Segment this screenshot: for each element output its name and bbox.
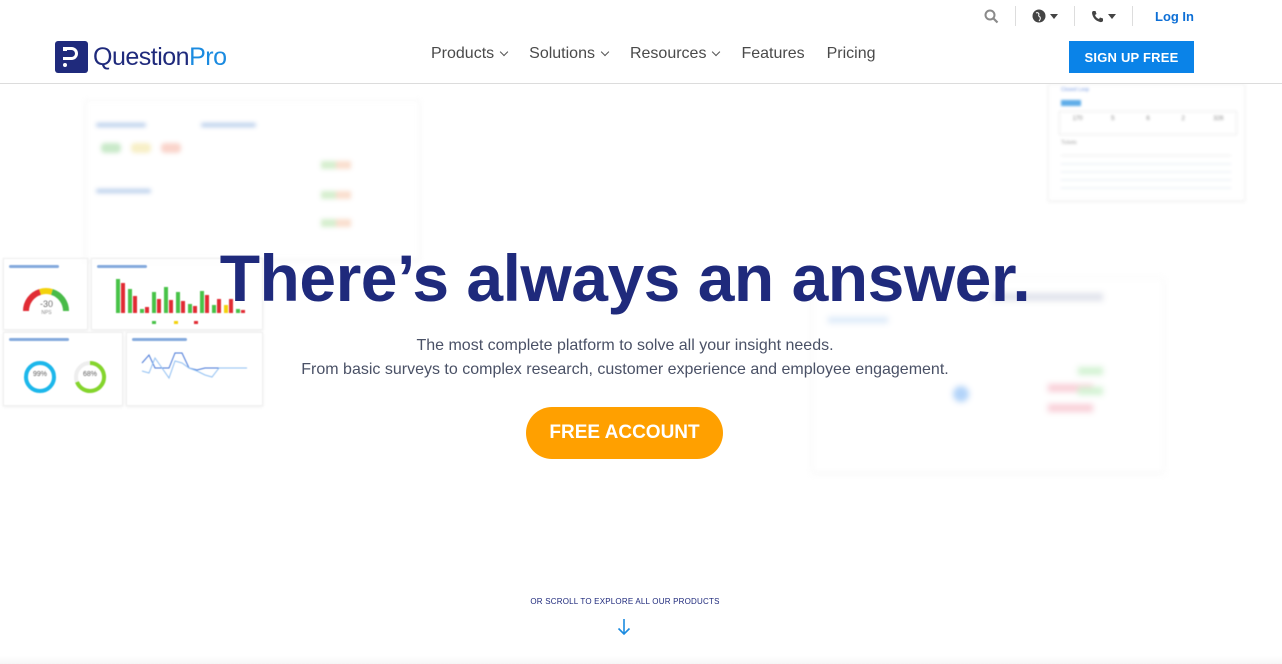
search-button[interactable] <box>968 5 1015 27</box>
closed-loop-title: Closed Loop <box>1061 87 1090 93</box>
main-nav: Products Solutions Resources Features Pr… <box>431 45 898 63</box>
nav-pricing[interactable]: Pricing <box>827 45 876 63</box>
brand-name-part2: Pro <box>189 42 227 71</box>
stat-value: 6 <box>1146 116 1150 122</box>
page: -30 NPS 99% 68% Closed Loop 170 5 6 2 32… <box>0 0 1282 664</box>
stat-value: 2 <box>1181 116 1185 122</box>
sign-up-free-button[interactable]: SIGN UP FREE <box>1069 41 1194 73</box>
globe-icon <box>1032 9 1046 23</box>
stat-value: 5 <box>1111 116 1115 122</box>
chevron-down-icon <box>499 47 509 57</box>
hero-subtitle-line1: The most complete platform to solve all … <box>416 337 834 354</box>
hero-title: There’s always an answer. <box>219 241 1031 315</box>
next-section-edge <box>0 656 1282 664</box>
stat-value: 326 <box>1213 116 1224 122</box>
chevron-down-icon <box>600 47 610 57</box>
nav-products[interactable]: Products <box>431 45 509 63</box>
language-dropdown[interactable] <box>1016 5 1074 27</box>
caret-down-icon <box>1050 13 1058 19</box>
phone-icon <box>1092 10 1103 22</box>
nav-resources[interactable]: Resources <box>629 45 721 63</box>
hero-subtitle-line2: From basic surveys to complex research, … <box>301 361 949 378</box>
brand-name-part1: Question <box>93 42 190 71</box>
nav-features[interactable]: Features <box>741 45 804 63</box>
nav-pricing-label: Pricing <box>826 45 876 62</box>
arrow-down-icon[interactable] <box>617 618 631 636</box>
contact-phone-dropdown[interactable] <box>1075 5 1132 27</box>
login-link[interactable]: Log In <box>1133 5 1194 27</box>
brand-logo[interactable]: QuestionPro <box>55 41 227 73</box>
tickets-label: Tickets <box>1061 140 1077 146</box>
stat-value: 170 <box>1072 116 1083 122</box>
utility-bar: Log In <box>968 4 1194 28</box>
brand-name: QuestionPro <box>93 42 227 72</box>
search-icon <box>984 9 999 23</box>
background-dashboard-closed-loop: Closed Loop 170 5 6 2 326 Tickets <box>1048 84 1245 201</box>
free-account-button[interactable]: FREE ACCOUNT <box>526 407 723 459</box>
chevron-down-icon <box>712 47 721 57</box>
caret-down-icon <box>1108 13 1116 19</box>
nav-features-label: Features <box>741 45 805 62</box>
background-dashboard-scorecard <box>85 100 420 260</box>
site-header: QuestionPro Log In Products Solutions Re… <box>0 0 1282 84</box>
nav-solutions[interactable]: Solutions <box>529 45 610 63</box>
scroll-prompt: OR SCROLL TO EXPLORE ALL OUR PRODUCTS <box>530 597 720 606</box>
nav-resources-label: Resources <box>629 45 707 62</box>
nav-solutions-label: Solutions <box>529 45 595 62</box>
nav-products-label: Products <box>431 45 495 62</box>
questionpro-logo-icon <box>55 41 88 73</box>
